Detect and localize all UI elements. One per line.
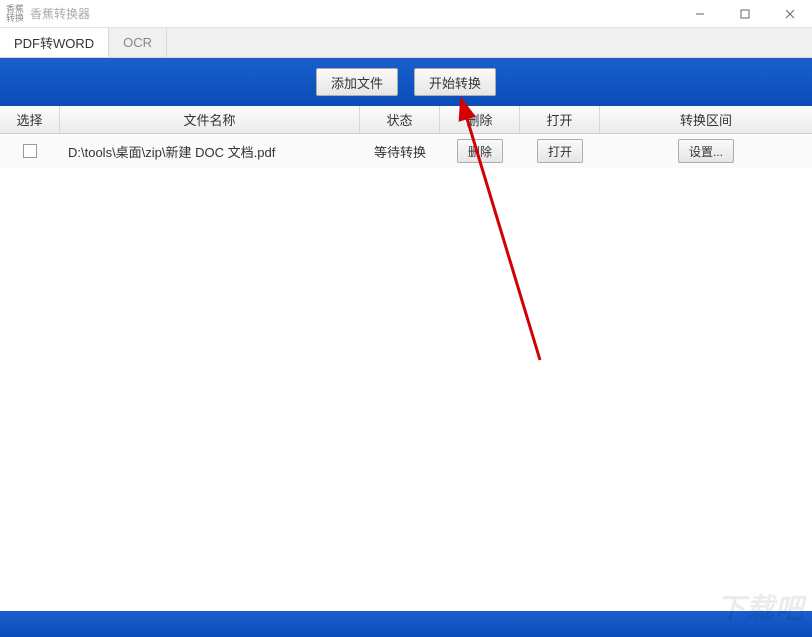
tab-strip: PDF转WORD OCR	[0, 28, 812, 58]
minimize-button[interactable]	[677, 0, 722, 27]
row-filename: D:\tools\桌面\zip\新建 DOC 文档.pdf	[60, 142, 360, 161]
header-select: 选择	[0, 106, 60, 133]
title-bar: 香蕉 转换 香蕉转换器	[0, 0, 812, 28]
add-file-button[interactable]: 添加文件	[316, 68, 398, 96]
row-delete-cell: 删除	[440, 139, 520, 163]
row-open-button[interactable]: 打开	[537, 139, 583, 163]
table-header: 选择 文件名称 状态 删除 打开 转换区间	[0, 106, 812, 134]
table-row: D:\tools\桌面\zip\新建 DOC 文档.pdf 等待转换 删除 打开…	[0, 134, 812, 168]
window-title: 香蕉转换器	[30, 5, 677, 22]
row-select-cell	[0, 144, 60, 158]
header-open: 打开	[520, 106, 600, 133]
row-open-cell: 打开	[520, 139, 600, 163]
tab-pdf-to-word[interactable]: PDF转WORD	[0, 28, 109, 57]
header-delete: 删除	[440, 106, 520, 133]
row-range-cell: 设置...	[600, 139, 812, 163]
close-button[interactable]	[767, 0, 812, 27]
header-status: 状态	[360, 106, 440, 133]
bottom-bar	[0, 611, 812, 637]
tab-ocr[interactable]: OCR	[109, 28, 167, 57]
table-body: D:\tools\桌面\zip\新建 DOC 文档.pdf 等待转换 删除 打开…	[0, 134, 812, 168]
row-status: 等待转换	[360, 142, 440, 161]
header-range: 转换区间	[600, 106, 812, 133]
window-controls	[677, 0, 812, 27]
row-checkbox[interactable]	[23, 144, 37, 158]
header-filename: 文件名称	[60, 106, 360, 133]
app-logo: 香蕉 转换	[6, 5, 24, 23]
empty-area	[0, 168, 812, 611]
toolbar: 添加文件 开始转换	[0, 58, 812, 106]
row-delete-button[interactable]: 删除	[457, 139, 503, 163]
start-convert-button[interactable]: 开始转换	[414, 68, 496, 96]
maximize-button[interactable]	[722, 0, 767, 27]
row-range-button[interactable]: 设置...	[678, 139, 734, 163]
